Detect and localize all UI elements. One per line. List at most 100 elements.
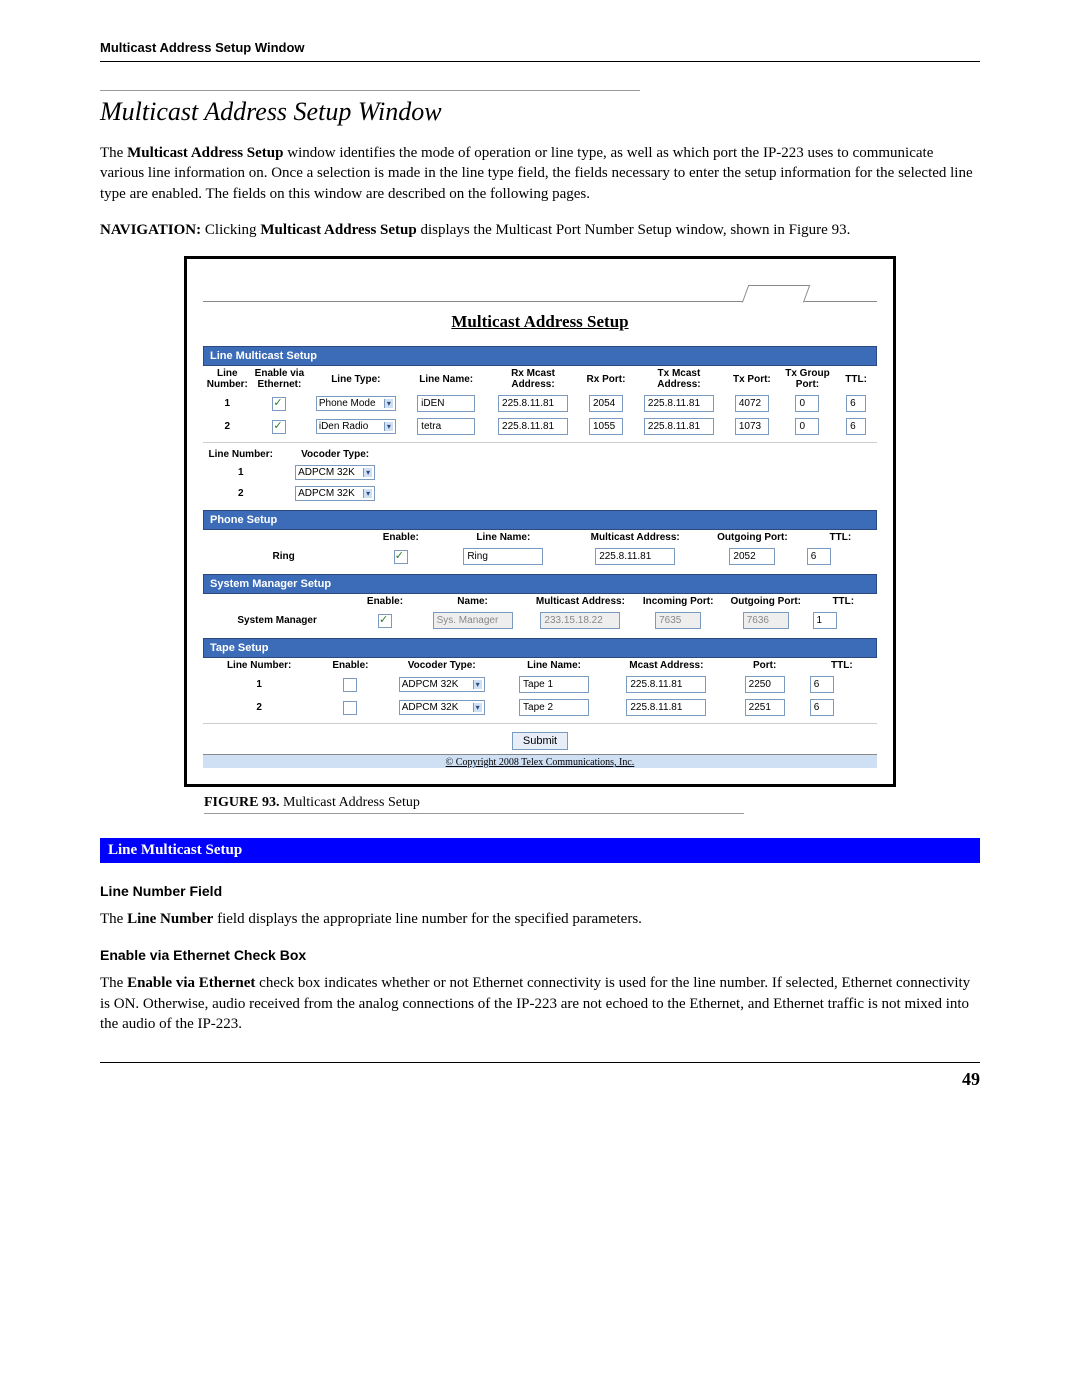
chevron-down-icon: ▾	[363, 489, 372, 498]
rx-port-input[interactable]: 2054	[589, 395, 623, 412]
col-ttl: TTL:	[807, 658, 877, 673]
port-input[interactable]: 2250	[745, 676, 785, 693]
mcast-addr-input[interactable]: 225.8.11.81	[626, 676, 706, 693]
tape-setup-table: Line Number: Enable: Vocoder Type: Line …	[203, 658, 877, 719]
col-enable: Enable:	[364, 530, 437, 545]
col-outgoing-port: Outgoing Port:	[701, 530, 804, 545]
tx-port-input[interactable]: 4072	[735, 395, 769, 412]
outgoing-port-input[interactable]: 2052	[729, 548, 775, 565]
col-enable: Enable:	[315, 658, 385, 673]
ttl-input[interactable]: 6	[846, 418, 866, 435]
name-input[interactable]: Sys. Manager	[433, 612, 513, 629]
enable-checkbox[interactable]	[272, 420, 286, 434]
line-num: 2	[203, 696, 315, 719]
table-row: 2 iDen Radio▾ tetra 225.8.11.81 1055 225…	[203, 415, 877, 438]
section-rule-top	[100, 90, 640, 91]
vocoder-select[interactable]: ADPCM 32K▾	[295, 486, 375, 501]
table-row: Ring Ring 225.8.11.81 2052 6	[203, 545, 877, 568]
col-name: Name:	[419, 594, 527, 609]
vocoder-select[interactable]: ADPCM 32K ▾	[399, 700, 485, 715]
vocoder-value: ADPCM 32K	[402, 702, 459, 713]
chevron-down-icon: ▾	[363, 468, 372, 477]
intro-paragraph: The Multicast Address Setup window ident…	[100, 143, 980, 204]
vocoder-value: ADPCM 32K	[298, 467, 355, 478]
col-enable-ethernet: Enable via Ethernet:	[252, 366, 308, 392]
line-name-input[interactable]: Tape 2	[519, 699, 589, 716]
col-enable: Enable:	[351, 594, 418, 609]
ttl-input[interactable]: 6	[846, 395, 866, 412]
copyright-text: © Copyright 2008 Telex Communications, I…	[203, 754, 877, 768]
enable-checkbox[interactable]	[343, 678, 357, 692]
ttl-input[interactable]: 6	[810, 699, 834, 716]
col-mcast-addr: Multicast Address:	[527, 594, 635, 609]
tx-group-port-input[interactable]: 0	[795, 395, 819, 412]
chevron-down-icon: ▾	[473, 703, 482, 712]
ttl-input[interactable]: 6	[810, 676, 834, 693]
port-input[interactable]: 2251	[745, 699, 785, 716]
line-type-value: Phone Mode	[319, 398, 376, 409]
f2-prefix: The	[100, 975, 127, 991]
enable-ethernet-field-head: Enable via Ethernet Check Box	[100, 947, 980, 963]
line-name-input[interactable]: tetra	[417, 418, 475, 435]
enable-checkbox[interactable]	[343, 701, 357, 715]
page-number: 49	[100, 1069, 980, 1090]
mcast-addr-input[interactable]: 225.8.11.81	[626, 699, 706, 716]
table-row: 2 ADPCM 32K▾	[203, 483, 392, 504]
header-rule	[100, 61, 980, 62]
enable-checkbox[interactable]	[272, 397, 286, 411]
enable-checkbox[interactable]	[394, 550, 408, 564]
mcast-addr-input[interactable]: 225.8.11.81	[595, 548, 675, 565]
line-name-input[interactable]: iDEN	[417, 395, 475, 412]
ttl-input[interactable]: 1	[813, 612, 837, 629]
tx-mcast-input[interactable]: 225.8.11.81	[644, 418, 714, 435]
col-line-type: Line Type:	[307, 366, 404, 392]
col-ttl: TTL:	[804, 530, 877, 545]
line-type-value: iDen Radio	[319, 421, 368, 432]
vocoder-select[interactable]: ADPCM 32K ▾	[295, 465, 375, 480]
submit-button[interactable]: Submit	[512, 732, 568, 750]
col-vocoder-type: Vocoder Type:	[278, 447, 391, 462]
nav-label: NAVIGATION:	[100, 222, 201, 238]
f1-prefix: The	[100, 911, 127, 927]
figure-caption-text: Multicast Address Setup	[279, 795, 419, 810]
rx-port-input[interactable]: 1055	[589, 418, 623, 435]
col-ttl: TTL:	[835, 366, 877, 392]
line-type-select[interactable]: iDen Radio▾	[316, 419, 396, 434]
table-row: 1 Phone Mode▾ iDEN 225.8.11.81 2054 225.…	[203, 392, 877, 415]
col-incoming-port: Incoming Port:	[634, 594, 722, 609]
table-row: 2 ADPCM 32K ▾ Tape 2 225.8.11.81 2251 6	[203, 696, 877, 719]
vocoder-select[interactable]: ADPCM 32K▾	[399, 677, 485, 692]
col-blank	[203, 594, 351, 609]
browser-tab-bar	[203, 279, 877, 302]
tx-group-port-input[interactable]: 0	[795, 418, 819, 435]
tx-mcast-input[interactable]: 225.8.11.81	[644, 395, 714, 412]
rx-mcast-input[interactable]: 225.8.11.81	[498, 395, 568, 412]
incoming-port-input[interactable]: 7635	[655, 612, 701, 629]
ttl-input[interactable]: 6	[807, 548, 831, 565]
line-name-input[interactable]: Tape 1	[519, 676, 589, 693]
rx-mcast-input[interactable]: 225.8.11.81	[498, 418, 568, 435]
intro-prefix: The	[100, 145, 127, 161]
separator	[203, 442, 877, 443]
browser-tab[interactable]	[742, 285, 811, 303]
outgoing-port-input[interactable]: 7636	[743, 612, 789, 629]
col-vocoder-type: Vocoder Type:	[386, 658, 498, 673]
f1-rest: field displays the appropriate line numb…	[213, 911, 642, 927]
page-header-title: Multicast Address Setup Window	[100, 40, 980, 55]
col-tx-mcast: Tx Mcast Address:	[634, 366, 724, 392]
enable-checkbox[interactable]	[378, 614, 392, 628]
col-line-number: Line Number:	[203, 658, 315, 673]
chevron-down-icon: ▾	[384, 399, 393, 408]
line-name-input[interactable]: Ring	[463, 548, 543, 565]
phone-setup-table: Enable: Line Name: Multicast Address: Ou…	[203, 530, 877, 568]
line-type-select[interactable]: Phone Mode ▾	[316, 396, 396, 411]
figure-title: Multicast Address Setup	[203, 312, 877, 332]
mcast-addr-input[interactable]: 233.15.18.22	[540, 612, 620, 629]
intro-bold: Multicast Address Setup	[127, 145, 283, 161]
line-num: 1	[203, 673, 315, 696]
figure-frame: Multicast Address Setup Line Multicast S…	[184, 256, 896, 787]
separator	[203, 723, 877, 724]
tx-port-input[interactable]: 1073	[735, 418, 769, 435]
line-multicast-setup-bar: Line Multicast Setup	[203, 346, 877, 366]
chevron-down-icon: ▾	[473, 680, 482, 689]
